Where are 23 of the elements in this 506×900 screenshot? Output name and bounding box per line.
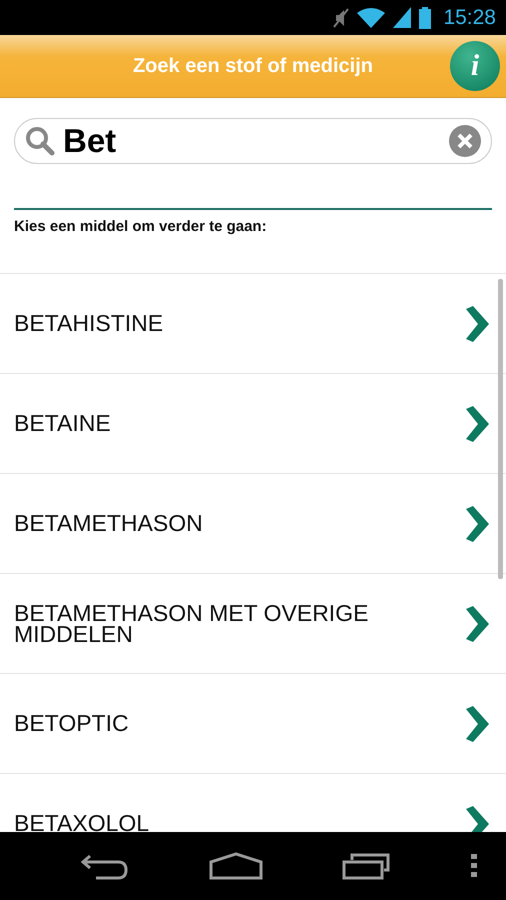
chevron-right-icon (464, 306, 490, 342)
overflow-menu-icon[interactable] (470, 854, 476, 878)
chevron-right-icon (464, 806, 490, 832)
search-input[interactable]: Bet (63, 122, 441, 160)
chevron-right-icon (464, 406, 490, 442)
search-field[interactable]: Bet (14, 118, 492, 164)
home-icon[interactable] (208, 852, 262, 880)
chevron-right-icon (464, 706, 490, 742)
search-icon (25, 126, 55, 156)
mute-icon (333, 6, 350, 28)
chevron-right-icon (464, 606, 490, 642)
clear-icon[interactable] (449, 125, 481, 157)
back-icon[interactable] (80, 852, 130, 880)
wifi-icon (357, 6, 386, 28)
signal-icon (393, 6, 412, 28)
battery-icon (419, 6, 432, 28)
clock-time: 15:28 (443, 6, 496, 30)
chevron-right-icon (464, 506, 490, 542)
header-title: Zoek een stof of medicijn (132, 54, 374, 78)
result-item[interactable]: BETOPTIC (0, 674, 506, 774)
instruction-text: Kies een middel om verder te gaan: (14, 218, 267, 235)
recent-apps-icon[interactable] (342, 852, 392, 880)
result-item[interactable]: BETAMETHASON MET OVERIGE MIDDELEN (0, 574, 506, 674)
